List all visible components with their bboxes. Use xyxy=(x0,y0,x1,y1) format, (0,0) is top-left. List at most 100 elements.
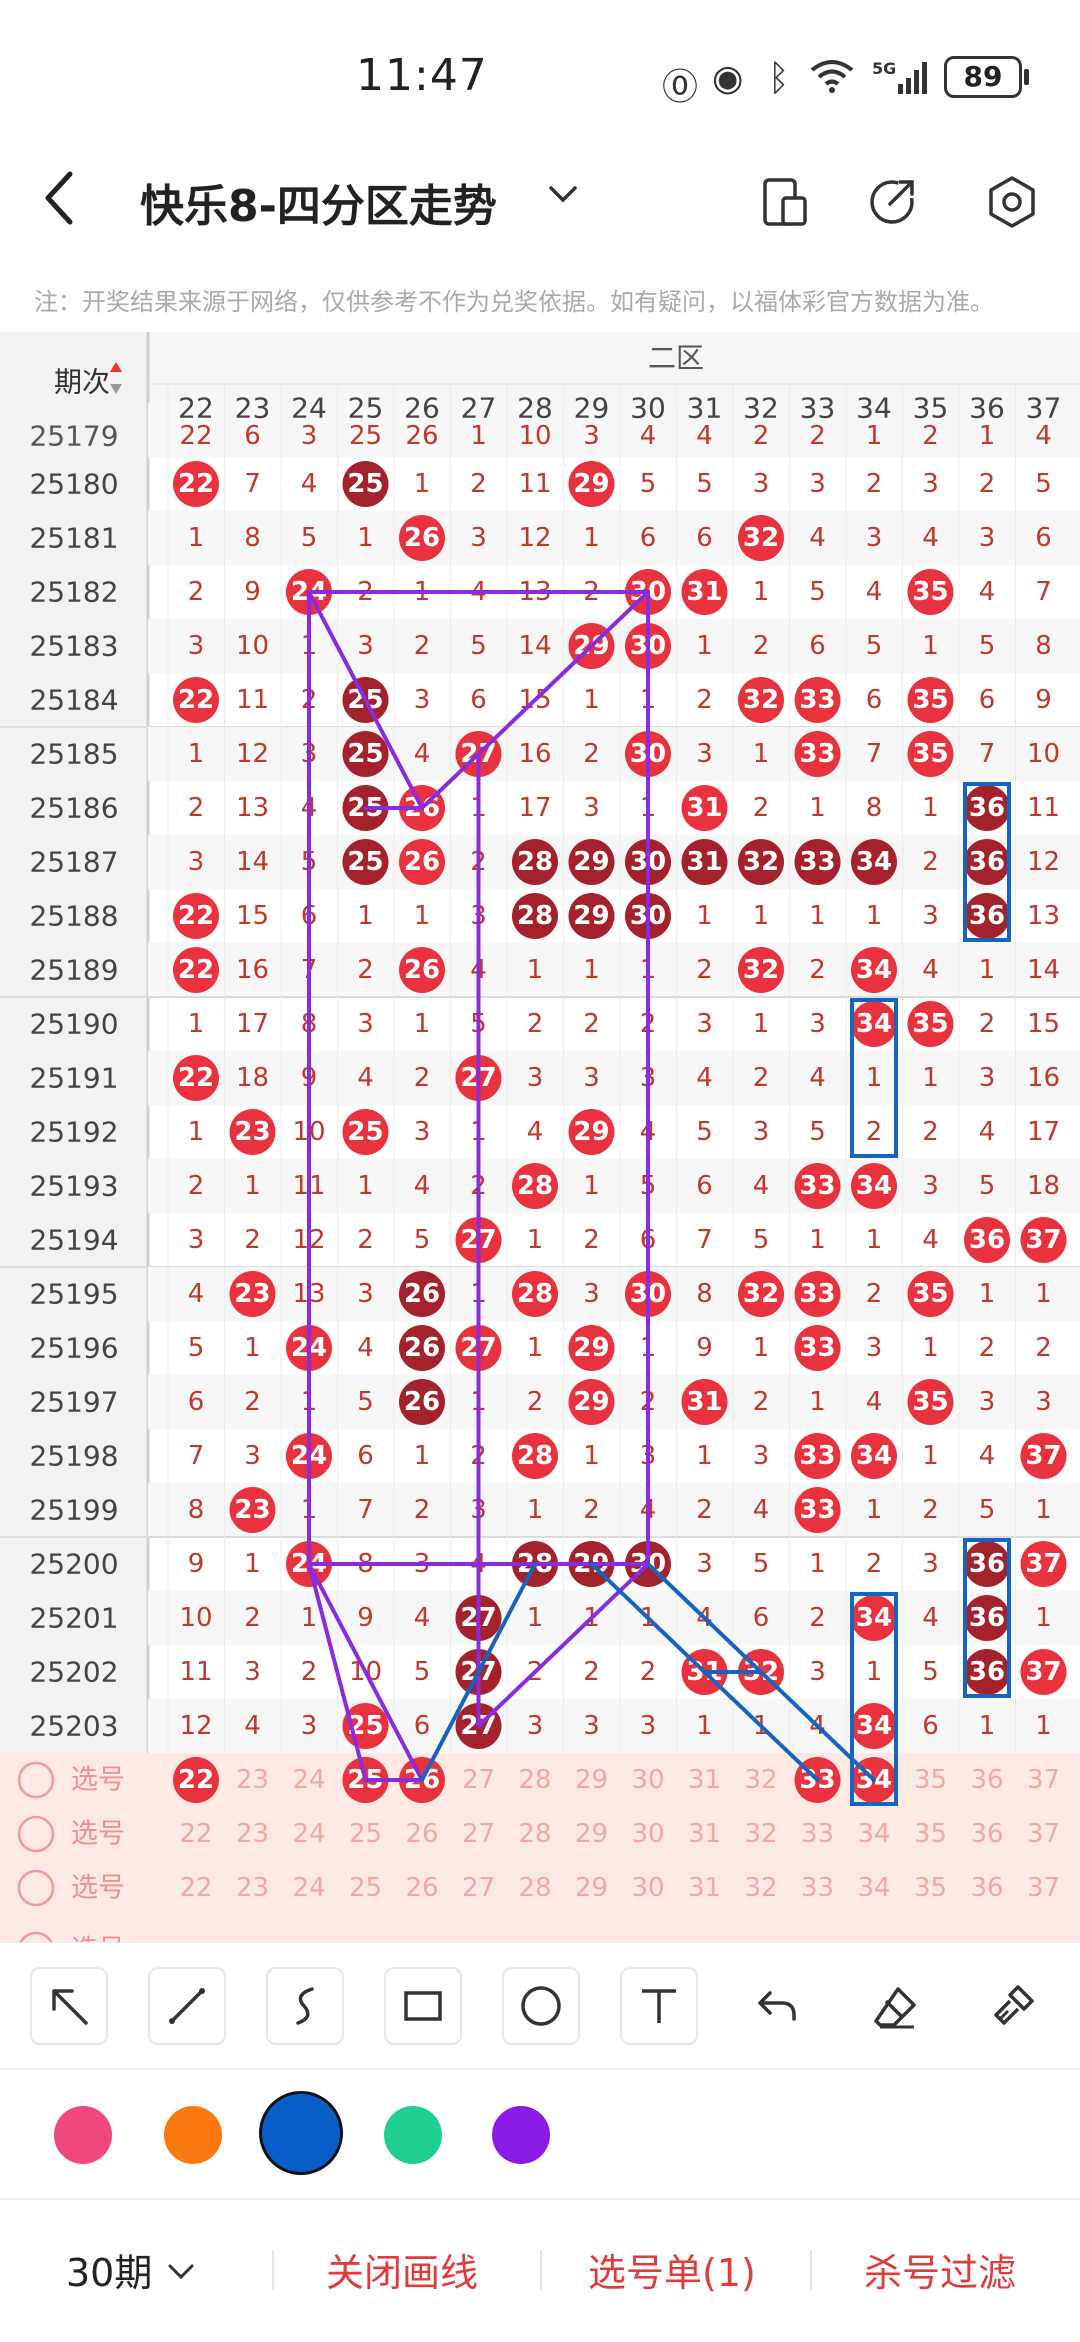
selectable-number[interactable]: 33 xyxy=(801,1873,834,1903)
period-header[interactable]: 期次 xyxy=(54,366,110,399)
selectable-number[interactable]: 32 xyxy=(744,1819,777,1849)
hit-number: 32 xyxy=(743,685,779,715)
kill-number-filter-button[interactable]: 杀号过滤 xyxy=(864,2242,1016,2297)
curve-tool-icon[interactable] xyxy=(266,1967,344,2045)
cell-value: 3 xyxy=(696,739,713,769)
text-tool-icon[interactable] xyxy=(620,1967,698,2045)
selectable-number[interactable]: 27 xyxy=(462,1765,495,1795)
hit-number: 33 xyxy=(799,1441,835,1471)
cell-value: 2 xyxy=(866,1549,883,1579)
selectable-number[interactable]: 30 xyxy=(631,1765,664,1795)
selectable-number[interactable]: 29 xyxy=(575,1873,608,1903)
selectable-number[interactable]: 37 xyxy=(1027,1873,1060,1903)
settings-icon[interactable] xyxy=(982,172,1042,232)
selectable-number[interactable]: 36 xyxy=(970,1873,1003,1903)
selectable-number[interactable]: 23 xyxy=(236,1819,269,1849)
selectable-number[interactable]: 29 xyxy=(575,1819,608,1849)
cell-value: 2 xyxy=(583,1009,600,1039)
rectangle-tool-icon[interactable] xyxy=(384,1967,462,2045)
hit-number: 34 xyxy=(856,1009,892,1039)
back-arrow-icon[interactable] xyxy=(40,168,100,228)
period-count-selector[interactable]: 30期 xyxy=(66,2242,198,2297)
selectable-number[interactable]: 24 xyxy=(292,1819,325,1849)
selectable-number[interactable]: 22 xyxy=(179,1819,212,1849)
color-swatch-orange[interactable] xyxy=(164,2106,222,2164)
clear-brush-icon[interactable] xyxy=(974,1967,1052,2045)
cell-value: 3 xyxy=(696,1549,713,1579)
cell-value: 3 xyxy=(244,1441,261,1471)
selectable-number[interactable]: 35 xyxy=(914,1873,947,1903)
selectable-number[interactable]: 32 xyxy=(744,1873,777,1903)
selectable-number[interactable]: 36 xyxy=(970,1765,1003,1795)
trend-chart-grid[interactable]: 期次 二区 22 23 24 25 26 27 28 29 30 31 32 33 34 35 36 37 2517… xyxy=(0,332,1080,1942)
cell-value: 2 xyxy=(414,631,431,661)
hit-number: 33 xyxy=(799,1171,835,1201)
column-header: 27 xyxy=(461,392,497,425)
cell-value: 2 xyxy=(414,1063,431,1093)
selectable-number[interactable]: 27 xyxy=(462,1873,495,1903)
selectable-number[interactable]: 33 xyxy=(801,1819,834,1849)
selectable-number[interactable]: 23 xyxy=(236,1873,269,1903)
page-title[interactable]: 快乐8-四分区走势 xyxy=(140,170,497,234)
line-tool-icon[interactable] xyxy=(148,1967,226,2045)
selectable-number[interactable]: 35 xyxy=(914,1765,947,1795)
selectable-number[interactable]: 30 xyxy=(631,1873,664,1903)
cell-value: 1 xyxy=(753,1009,770,1039)
drawn-line[interactable] xyxy=(476,754,481,1726)
color-swatch-pink[interactable] xyxy=(54,2106,112,2164)
cell-value: 2 xyxy=(753,1387,770,1417)
cell-value: 7 xyxy=(357,1495,374,1525)
selectable-number[interactable]: 26 xyxy=(405,1819,438,1849)
selectable-number[interactable]: 36 xyxy=(970,1819,1003,1849)
selectable-number[interactable]: 22 xyxy=(179,1873,212,1903)
selectable-number[interactable]: 24 xyxy=(292,1873,325,1903)
hit-number: 22 xyxy=(178,1063,214,1093)
selectable-number[interactable]: 37 xyxy=(1027,1819,1060,1849)
selectable-number[interactable]: 28 xyxy=(518,1873,551,1903)
selectable-number[interactable]: 25 xyxy=(349,1819,382,1849)
selectable-number[interactable]: 28 xyxy=(518,1819,551,1849)
selectable-number[interactable]: 30 xyxy=(631,1819,664,1849)
cell-value: 12 xyxy=(1027,847,1060,877)
selectable-number[interactable]: 31 xyxy=(688,1765,721,1795)
selection-list-button[interactable]: 选号单(1) xyxy=(588,2242,756,2297)
hit-number: 28 xyxy=(517,1171,553,1201)
share-icon[interactable] xyxy=(862,172,922,232)
selectable-number[interactable]: 32 xyxy=(744,1765,777,1795)
arrow-tool-icon[interactable] xyxy=(30,1967,108,2045)
color-swatch-blue-selected[interactable] xyxy=(262,2094,340,2172)
selectable-number[interactable]: 34 xyxy=(857,1819,890,1849)
circle-tool-icon[interactable] xyxy=(502,1967,580,2045)
selectable-number[interactable]: 28 xyxy=(518,1765,551,1795)
selectable-number[interactable]: 31 xyxy=(688,1819,721,1849)
hit-number: 29 xyxy=(573,1117,609,1147)
undo-icon[interactable] xyxy=(738,1967,816,2045)
selectable-number[interactable]: 34 xyxy=(857,1873,890,1903)
chevron-down-icon[interactable] xyxy=(545,176,581,221)
selectable-number[interactable]: 25 xyxy=(349,1873,382,1903)
hit-number: 37 xyxy=(1025,1549,1061,1579)
cell-value: 1 xyxy=(583,1171,600,1201)
close-drawing-button[interactable]: 关闭画线 xyxy=(326,2242,478,2297)
cell-value: 14 xyxy=(1027,955,1060,985)
selectable-number[interactable]: 37 xyxy=(1027,1765,1060,1795)
selectable-number[interactable]: 31 xyxy=(688,1873,721,1903)
cell-value: 1 xyxy=(583,955,600,985)
color-swatch-purple[interactable] xyxy=(492,2106,550,2164)
selectable-number[interactable]: 29 xyxy=(575,1765,608,1795)
cell-value: 4 xyxy=(188,1279,205,1309)
trend-grid-canvas[interactable]: 期次二区22 23 24 25 26 27 28 29 30 31 32 33 34 35 36 372517… xyxy=(0,332,1080,1942)
divider xyxy=(272,2250,274,2290)
cell-value: 1 xyxy=(414,901,431,931)
cell-value: 2 xyxy=(188,793,205,823)
selectable-number[interactable]: 24 xyxy=(292,1765,325,1795)
color-swatch-green[interactable] xyxy=(384,2106,442,2164)
selectable-number[interactable]: 35 xyxy=(914,1819,947,1849)
cell-value: 4 xyxy=(357,1063,374,1093)
selectable-number[interactable]: 23 xyxy=(236,1765,269,1795)
divider xyxy=(810,2250,812,2290)
layout-icon[interactable] xyxy=(755,172,815,232)
eraser-icon[interactable] xyxy=(856,1967,934,2045)
selectable-number[interactable]: 26 xyxy=(405,1873,438,1903)
selectable-number[interactable]: 27 xyxy=(462,1819,495,1849)
